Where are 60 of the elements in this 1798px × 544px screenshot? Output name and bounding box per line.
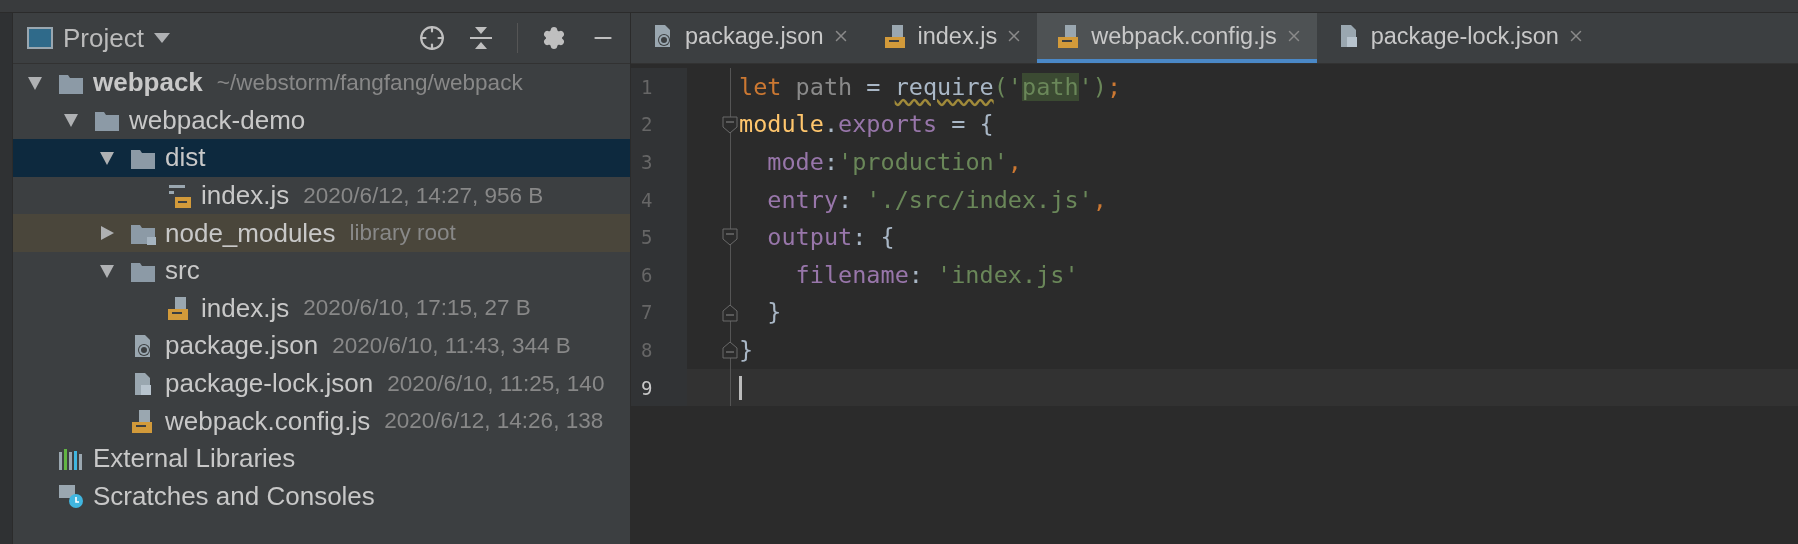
code-line: } bbox=[766, 298, 782, 327]
file-name: package.json bbox=[165, 330, 319, 362]
file-name: webpack-demo bbox=[129, 104, 306, 136]
tree-row[interactable]: webpack ~/webstorm/fangfang/webpack bbox=[13, 64, 630, 102]
collapse-all-icon[interactable] bbox=[469, 25, 493, 51]
code-line: } bbox=[738, 335, 754, 364]
file-name: webpack.config.js bbox=[165, 405, 371, 437]
code-line: mode:'production', bbox=[766, 148, 1022, 176]
tree-row[interactable]: webpack.config.js 2020/6/12, 14:26, 138 bbox=[13, 402, 630, 440]
tree-row[interactable]: index.js 2020/6/10, 17:15, 27 B bbox=[13, 289, 630, 328]
file-name: index.js bbox=[201, 180, 290, 212]
code-line: entry: './src/index.js', bbox=[766, 185, 1107, 214]
tree-row[interactable]: webpack-demo bbox=[13, 101, 630, 140]
tree-row[interactable]: package.json 2020/6/10, 11:43, 344 B bbox=[13, 327, 630, 365]
dropdown-caret-icon[interactable] bbox=[153, 33, 170, 43]
file-info: 2020/6/10, 11:43, 344 B bbox=[332, 332, 571, 359]
file-name: Scratches and Consoles bbox=[93, 480, 375, 512]
tree-row[interactable]: node_modules library root bbox=[13, 214, 630, 252]
code-line: let path = require('path'); bbox=[738, 72, 1122, 101]
locate-icon[interactable] bbox=[419, 25, 445, 51]
collapsed-arrow-icon[interactable] bbox=[99, 225, 115, 242]
file-info: 2020/6/10, 17:15, 27 B bbox=[303, 295, 531, 322]
fold-marker-icon[interactable] bbox=[722, 303, 738, 322]
expanded-arrow-icon[interactable] bbox=[99, 150, 115, 166]
fold-marker-icon[interactable] bbox=[722, 115, 738, 134]
file-name: node_modules bbox=[165, 217, 336, 249]
tree-row[interactable]: dist bbox=[13, 139, 630, 177]
file-name: webpack bbox=[93, 67, 203, 99]
file-name: package-lock.json bbox=[165, 368, 374, 400]
tree-row[interactable]: Scratches and Consoles bbox=[13, 477, 630, 516]
window-icon bbox=[27, 27, 53, 49]
expanded-arrow-icon[interactable] bbox=[63, 112, 79, 129]
expanded-arrow-icon[interactable] bbox=[27, 74, 43, 91]
file-name: dist bbox=[165, 142, 206, 174]
code-line: module.exports = { bbox=[738, 110, 994, 139]
text-caret bbox=[739, 375, 742, 400]
code-line: filename: 'index.js' bbox=[794, 260, 1079, 289]
code-line: output: { bbox=[766, 223, 895, 252]
file-name: External Libraries bbox=[93, 443, 296, 475]
file-name: index.js bbox=[201, 292, 290, 324]
expanded-arrow-icon[interactable] bbox=[99, 262, 115, 279]
tree-row[interactable]: package-lock.json 2020/6/10, 11:25, 140 bbox=[13, 364, 630, 403]
editor-tab[interactable]: package.json bbox=[631, 13, 864, 63]
tree-row[interactable]: src bbox=[13, 251, 630, 290]
tree-row[interactable]: index.js 2020/6/12, 14:27, 956 B bbox=[13, 176, 630, 215]
fold-marker-icon[interactable] bbox=[722, 341, 738, 360]
settings-icon[interactable] bbox=[542, 26, 566, 50]
editor-tab[interactable]: index.js bbox=[863, 13, 1038, 63]
file-info: 2020/6/12, 14:26, 138 bbox=[384, 408, 604, 435]
file-info: 2020/6/12, 14:27, 956 B bbox=[303, 182, 544, 209]
editor-tab[interactable]: package-lock.json bbox=[1316, 13, 1599, 63]
file-name: src bbox=[165, 255, 200, 287]
editor-tab[interactable]: webpack.config.js bbox=[1037, 13, 1317, 63]
file-info: library root bbox=[349, 220, 456, 247]
scratches-icon bbox=[57, 483, 85, 510]
tree-row[interactable]: External Libraries bbox=[13, 439, 630, 478]
fold-marker-icon[interactable] bbox=[722, 228, 738, 247]
file-info: 2020/6/10, 11:25, 140 bbox=[387, 370, 605, 397]
file-info: ~/webstorm/fangfang/webpack bbox=[216, 69, 523, 96]
panel-title[interactable]: Project bbox=[63, 22, 144, 54]
